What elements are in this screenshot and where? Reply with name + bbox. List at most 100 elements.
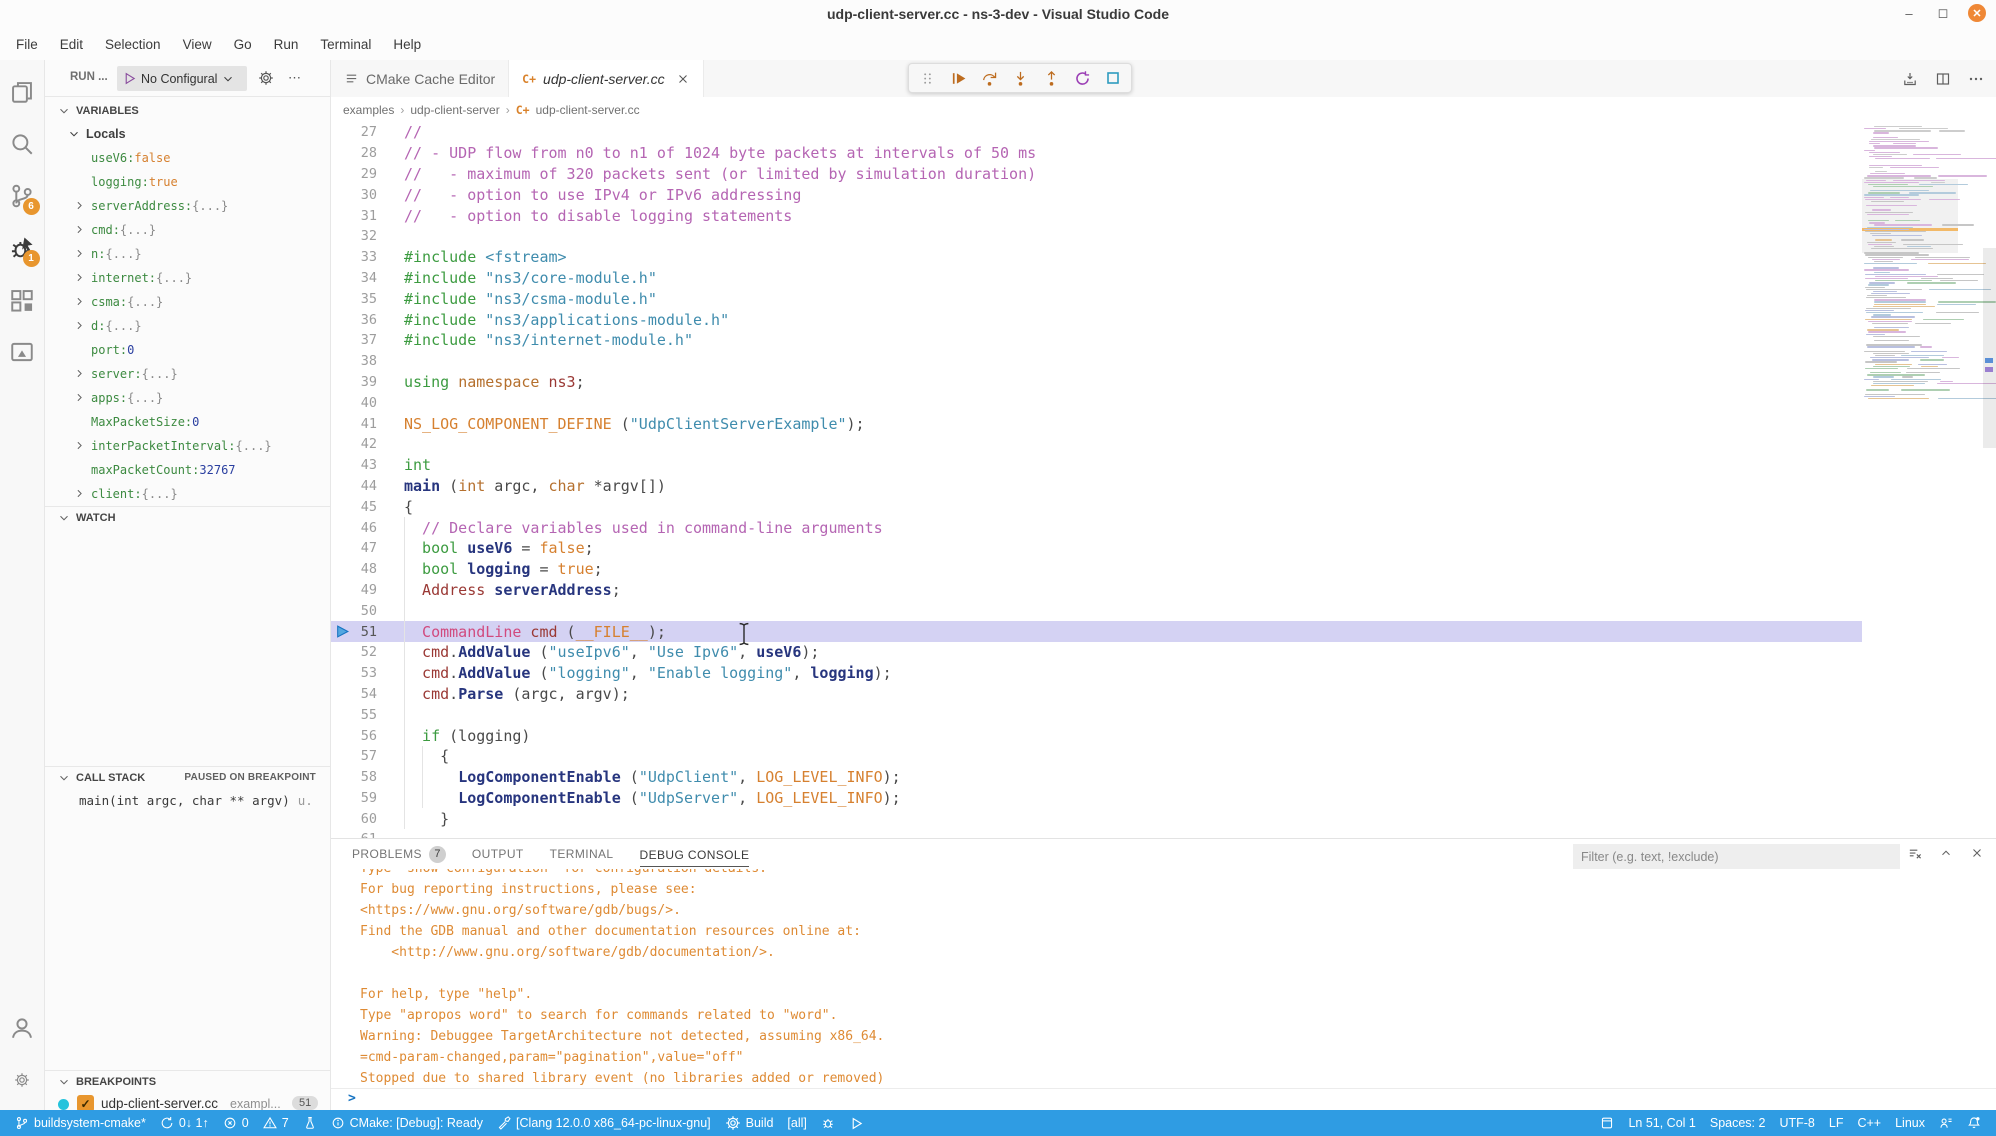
tab-cmake-cache-editor[interactable]: CMake Cache Editor <box>331 60 509 97</box>
indentation[interactable]: Spaces: 2 <box>1703 1110 1773 1136</box>
chevron-right-icon[interactable] <box>73 271 86 284</box>
variable-row[interactable]: internet: {...} <box>45 266 330 290</box>
code-line-55[interactable]: 55 <box>331 704 1996 725</box>
variable-row[interactable]: serverAddress: {...} <box>45 194 330 218</box>
code-line-49[interactable]: 49 Address serverAddress; <box>331 580 1996 601</box>
continue-button[interactable] <box>946 66 970 90</box>
feedback[interactable] <box>1932 1110 1960 1136</box>
code-line-59[interactable]: 59 LogComponentEnable ("UdpServer", LOG_… <box>331 788 1996 809</box>
code-line-52[interactable]: 52 cmd.AddValue ("useIpv6", "Use Ipv6", … <box>331 642 1996 663</box>
menu-go[interactable]: Go <box>223 28 263 60</box>
locals-scope[interactable]: Locals <box>45 122 330 146</box>
panel-tab-problems[interactable]: PROBLEMS7 <box>352 846 446 863</box>
git-branch-status[interactable]: buildsystem-cmake* <box>8 1110 153 1136</box>
variable-row[interactable]: interPacketInterval: {...} <box>45 434 330 458</box>
close-button[interactable]: ✕ <box>1968 4 1986 22</box>
more-actions-icon[interactable]: ⋯ <box>288 70 301 86</box>
code-line-60[interactable]: 60 } <box>331 808 1996 829</box>
code-line-28[interactable]: 28// - UDP flow from n0 to n1 of 1024 by… <box>331 143 1996 164</box>
stop-button[interactable] <box>1101 66 1125 90</box>
panel-tab-output[interactable]: OUTPUT <box>472 847 524 861</box>
close-panel-icon[interactable] <box>1970 846 1984 861</box>
minimap[interactable] <box>1862 122 1958 412</box>
variable-row[interactable]: cmd: {...} <box>45 218 330 242</box>
code-line-38[interactable]: 38 <box>331 351 1996 372</box>
variable-row[interactable]: MaxPacketSize: 0 <box>45 410 330 434</box>
code-line-29[interactable]: 29// - maximum of 320 packets sent (or l… <box>331 164 1996 185</box>
code-line-36[interactable]: 36#include "ns3/applications-module.h" <box>331 309 1996 330</box>
variable-row[interactable]: server: {...} <box>45 362 330 386</box>
activity-source-control[interactable]: 6 <box>0 170 45 222</box>
eol-sequence[interactable]: LF <box>1822 1110 1851 1136</box>
debug-target[interactable] <box>296 1110 324 1136</box>
step-into-button[interactable] <box>1008 66 1032 90</box>
launch-button[interactable] <box>842 1110 871 1136</box>
code-line-44[interactable]: 44main (int argc, char *argv[]) <box>331 476 1996 497</box>
code-line-45[interactable]: 45{ <box>331 496 1996 517</box>
breakpoint-gutter[interactable] <box>331 624 353 639</box>
code-line-39[interactable]: 39using namespace ns3; <box>331 372 1996 393</box>
code-line-46[interactable]: 46 // Declare variables used in command-… <box>331 517 1996 538</box>
activity-extensions[interactable] <box>0 274 45 326</box>
code-line-57[interactable]: 57 { <box>331 746 1996 767</box>
build-target[interactable]: [all] <box>780 1110 813 1136</box>
panel-tab-terminal[interactable]: TERMINAL <box>550 847 614 861</box>
breadcrumb-item[interactable]: udp-client-server.cc <box>536 103 640 117</box>
code-line-56[interactable]: 56 if (logging) <box>331 725 1996 746</box>
tab-udp-client-server-cc[interactable]: C+udp-client-server.cc <box>509 60 704 97</box>
step-out-button[interactable] <box>1039 66 1063 90</box>
debug-button[interactable] <box>814 1110 842 1136</box>
os-indicator[interactable]: Linux <box>1888 1110 1932 1136</box>
chevron-right-icon[interactable] <box>73 439 86 452</box>
editor-scrollbar[interactable] <box>1983 248 1996 448</box>
code-line-37[interactable]: 37#include "ns3/internet-module.h" <box>331 330 1996 351</box>
panel-tab-debug-console[interactable]: DEBUG CONSOLE <box>640 848 750 861</box>
notifications-bell[interactable] <box>1960 1110 1988 1136</box>
activity-search[interactable] <box>0 118 45 170</box>
chevron-right-icon[interactable] <box>73 199 86 212</box>
chevron-right-icon[interactable] <box>73 247 86 260</box>
maximize-button[interactable]: ◻ <box>1934 4 1952 22</box>
variable-row[interactable]: apps: {...} <box>45 386 330 410</box>
more-actions-icon[interactable] <box>1968 71 1984 87</box>
variable-row[interactable]: useV6: false <box>45 146 330 170</box>
menu-help[interactable]: Help <box>382 28 432 60</box>
clear-console-icon[interactable] <box>1907 846 1922 861</box>
activity-explorer[interactable] <box>0 66 45 118</box>
chevron-right-icon[interactable] <box>73 487 86 500</box>
split-editor-icon[interactable] <box>1935 71 1951 87</box>
remote-indicator[interactable] <box>1593 1110 1621 1136</box>
run-panel-icon[interactable] <box>1902 71 1918 87</box>
activity-accounts[interactable] <box>0 1002 45 1054</box>
variable-row[interactable]: csma: {...} <box>45 290 330 314</box>
variable-row[interactable]: client: {...} <box>45 482 330 506</box>
code-line-48[interactable]: 48 bool logging = true; <box>331 559 1996 580</box>
code-line-61[interactable]: 61 <box>331 829 1996 838</box>
variable-row[interactable]: d: {...} <box>45 314 330 338</box>
variable-row[interactable]: n: {...} <box>45 242 330 266</box>
code-editor[interactable]: 27//28// - UDP flow from n0 to n1 of 102… <box>331 122 1996 838</box>
close-icon[interactable] <box>676 72 690 86</box>
callstack-section-header[interactable]: CALL STACK PAUSED ON BREAKPOINT <box>45 766 330 788</box>
code-line-27[interactable]: 27// <box>331 122 1996 143</box>
cursor-position[interactable]: Ln 51, Col 1 <box>1621 1110 1702 1136</box>
menu-run[interactable]: Run <box>263 28 310 60</box>
code-line-42[interactable]: 42 <box>331 434 1996 455</box>
menu-view[interactable]: View <box>172 28 223 60</box>
code-line-41[interactable]: 41NS_LOG_COMPONENT_DEFINE ("UdpClientSer… <box>331 413 1996 434</box>
build-button[interactable]: Build <box>718 1110 781 1136</box>
menu-selection[interactable]: Selection <box>94 28 172 60</box>
restart-button[interactable] <box>1070 66 1094 90</box>
breakpoints-section-header[interactable]: BREAKPOINTS <box>45 1070 330 1092</box>
minimize-button[interactable]: – <box>1900 4 1918 22</box>
menu-terminal[interactable]: Terminal <box>309 28 382 60</box>
code-line-54[interactable]: 54 cmd.Parse (argc, argv); <box>331 684 1996 705</box>
chevron-right-icon[interactable] <box>73 319 86 332</box>
console-filter-input[interactable] <box>1573 844 1900 869</box>
code-line-47[interactable]: 47 bool useV6 = false; <box>331 538 1996 559</box>
language-mode[interactable]: C++ <box>1850 1110 1888 1136</box>
cmake-status[interactable]: CMake: [Debug]: Ready <box>324 1110 490 1136</box>
activity-settings[interactable] <box>0 1054 45 1106</box>
chevron-right-icon[interactable] <box>73 223 86 236</box>
gear-icon[interactable] <box>258 70 274 86</box>
